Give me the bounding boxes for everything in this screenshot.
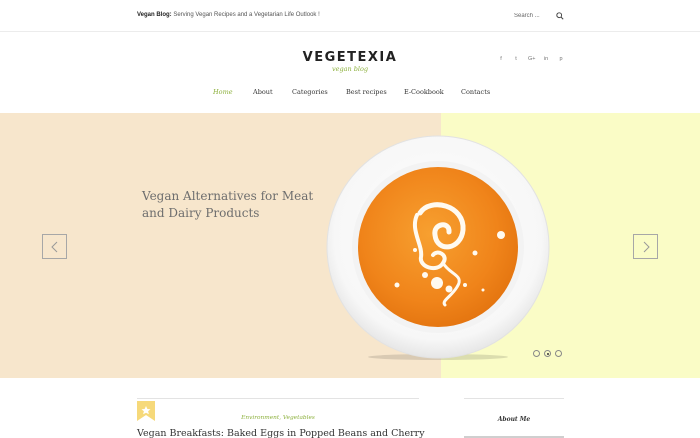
nav-item-about[interactable]: About bbox=[253, 88, 273, 96]
hero-slider: Vegan Alternatives for Meat and Dairy Pr… bbox=[0, 113, 700, 378]
post-title[interactable]: Vegan Breakfasts: Baked Eggs in Popped B… bbox=[137, 428, 425, 438]
site-tagline: Vegan Blog: Serving Vegan Recipes and a … bbox=[137, 12, 320, 18]
search-box bbox=[514, 9, 564, 23]
pinterest-icon[interactable]: p bbox=[558, 55, 564, 63]
google-plus-icon[interactable]: G+ bbox=[528, 55, 536, 63]
slider-prev-button[interactable] bbox=[42, 234, 67, 259]
slider-dot-2[interactable] bbox=[544, 350, 551, 357]
chevron-left-icon bbox=[51, 241, 58, 253]
soup-plate-image bbox=[325, 135, 551, 361]
nav-item-contacts[interactable]: Contacts bbox=[461, 88, 490, 96]
slider-next-button[interactable] bbox=[633, 234, 658, 259]
post-categories[interactable]: Environment, Vegetables bbox=[137, 415, 419, 421]
logo-title[interactable]: VEGETEXIA bbox=[0, 50, 700, 65]
logo-subtitle: vegan blog bbox=[331, 65, 369, 73]
tagline-text: Serving Vegan Recipes and a Vegetarian L… bbox=[171, 12, 320, 18]
slider-dot-3[interactable] bbox=[555, 350, 562, 357]
facebook-icon[interactable]: f bbox=[498, 55, 504, 63]
linkedin-icon[interactable]: in bbox=[543, 55, 549, 63]
blog-name: Vegan Blog: bbox=[137, 12, 172, 18]
hero-title[interactable]: Vegan Alternatives for Meat and Dairy Pr… bbox=[142, 188, 332, 222]
soup-plate-illustration bbox=[326, 135, 550, 360]
slider-dot-1[interactable] bbox=[533, 350, 540, 357]
site-logo[interactable]: VEGETEXIA vegan blog bbox=[0, 50, 700, 73]
nav-item-e-cookbook[interactable]: E-Cookbook bbox=[404, 88, 444, 96]
sidebar-about: About Me bbox=[464, 398, 564, 438]
search-icon[interactable] bbox=[556, 12, 564, 20]
chevron-right-icon bbox=[643, 241, 650, 253]
nav-item-best-recipes[interactable]: Best recipes bbox=[346, 88, 387, 96]
post-card: Environment, Vegetables Vegan Breakfasts… bbox=[137, 398, 425, 438]
search-input[interactable] bbox=[514, 9, 550, 23]
top-bar: Vegan Blog: Serving Vegan Recipes and a … bbox=[0, 0, 700, 32]
slider-pagination bbox=[533, 350, 562, 357]
nav-item-home[interactable]: Home bbox=[213, 88, 233, 96]
twitter-icon[interactable]: t bbox=[513, 55, 519, 63]
social-links: f t G+ in p bbox=[498, 55, 564, 63]
nav-item-categories[interactable]: Categories bbox=[292, 88, 328, 96]
sidebar-title: About Me bbox=[497, 416, 531, 423]
main-nav: Home About Categories Best recipes E-Coo… bbox=[0, 88, 700, 100]
